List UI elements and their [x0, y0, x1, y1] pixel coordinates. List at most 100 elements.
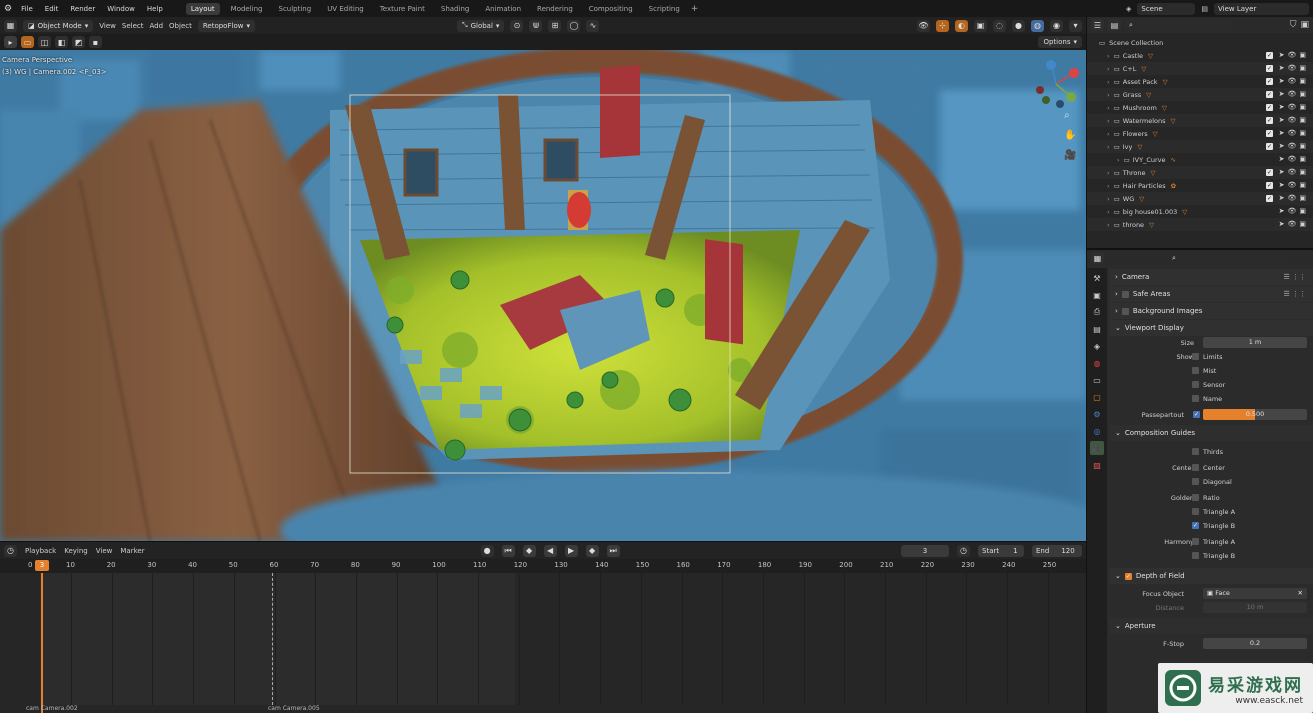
snap-icon[interactable]: ⋓: [529, 19, 543, 32]
outliner-item[interactable]: › ▭ Asset Pack ▽ ✓ ➤👁▣: [1087, 75, 1313, 88]
menu-add[interactable]: Add: [149, 22, 163, 30]
tab-layout[interactable]: Layout: [185, 2, 220, 15]
fstop-field[interactable]: 0.2: [1203, 638, 1307, 649]
name-checkbox[interactable]: [1192, 395, 1199, 402]
thirds-checkbox[interactable]: [1192, 448, 1199, 455]
expand-arrow-icon[interactable]: ›: [1107, 91, 1110, 99]
camera-data-tab-icon[interactable]: 🎥: [1090, 441, 1104, 455]
wireframe-shading-icon[interactable]: ◌: [993, 19, 1006, 32]
menu-file[interactable]: File: [18, 5, 36, 13]
section-composition-guides[interactable]: ⌄ Composition Guides: [1109, 425, 1313, 441]
jump-start-icon[interactable]: ⏮: [501, 544, 515, 557]
ratio-checkbox[interactable]: [1192, 494, 1199, 501]
passepartout-checkbox[interactable]: ✓: [1193, 411, 1200, 418]
mode-dropdown[interactable]: ◪ Object Mode ▾: [23, 19, 94, 32]
expand-arrow-icon[interactable]: ›: [1107, 208, 1110, 216]
outliner-item[interactable]: › ▭ Ivy ▽ ✓ ➤👁▣: [1087, 140, 1313, 153]
outliner-search-input[interactable]: ⌕: [1125, 19, 1235, 31]
menu-object[interactable]: Object: [169, 22, 192, 30]
timeline-editor-icon[interactable]: ◷: [4, 544, 17, 557]
section-depth-of-field[interactable]: ⌄ ✓ Depth of Field: [1109, 568, 1313, 584]
expand-arrow-icon[interactable]: ›: [1107, 195, 1110, 203]
size-field[interactable]: 1 m: [1203, 337, 1307, 348]
physics-tab-icon[interactable]: ◎: [1090, 424, 1104, 438]
scene-collection-row[interactable]: ▭ Scene Collection: [1087, 36, 1313, 49]
outliner-item[interactable]: › ▭ Grass ▽ ✓ ➤👁▣: [1087, 88, 1313, 101]
restrict-icons[interactable]: ➤👁▣: [1279, 142, 1309, 150]
select-subtract-icon[interactable]: ◧: [55, 36, 68, 48]
next-key-icon[interactable]: ◆: [585, 544, 599, 557]
gizmo-icon[interactable]: ⊹: [936, 19, 949, 32]
scene-field[interactable]: Scene: [1137, 2, 1196, 15]
menu-keying[interactable]: Keying: [64, 547, 88, 555]
modifier-tab-icon[interactable]: ⚙: [1090, 407, 1104, 421]
exclude-checkbox[interactable]: ✓: [1266, 117, 1273, 124]
pivot-icon[interactable]: ⊙: [510, 19, 524, 32]
proportional-icon[interactable]: ◯: [567, 19, 581, 32]
select-invert-icon[interactable]: ◩: [72, 36, 85, 48]
restrict-icons[interactable]: ➤👁▣: [1279, 103, 1309, 111]
output-tab-icon[interactable]: ⎙: [1090, 305, 1104, 319]
mist-checkbox[interactable]: [1192, 367, 1199, 374]
filter-icon[interactable]: ⛉: [1290, 20, 1297, 30]
restrict-icons[interactable]: ➤👁▣: [1279, 64, 1309, 72]
properties-editor-icon[interactable]: ▦: [1091, 252, 1104, 264]
visibility-icon[interactable]: 👁: [917, 19, 930, 32]
exclude-checkbox[interactable]: ✓: [1266, 130, 1273, 137]
outliner-item[interactable]: › ▭ Hair Particles ✿ ✓ ➤👁▣: [1087, 179, 1313, 192]
background-images-checkbox[interactable]: [1121, 307, 1129, 315]
exclude-checkbox[interactable]: ✓: [1266, 91, 1273, 98]
playhead-frame[interactable]: 3: [35, 560, 49, 571]
outliner-item[interactable]: › ▭ Castle ▽ ✓ ➤👁▣: [1087, 49, 1313, 62]
select-box-icon[interactable]: ▭: [21, 36, 34, 48]
properties-search-input[interactable]: ⌕: [1168, 252, 1288, 264]
expand-arrow-icon[interactable]: ›: [1107, 65, 1110, 73]
exclude-checkbox[interactable]: ✓: [1266, 104, 1273, 111]
object-tab-icon[interactable]: ▢: [1090, 390, 1104, 404]
menu-window[interactable]: Window: [104, 5, 138, 13]
add-workspace-icon[interactable]: +: [691, 4, 699, 14]
scene-browse-icon[interactable]: ▤: [1201, 5, 1208, 13]
select-intersect-icon[interactable]: ▪: [89, 36, 102, 48]
menu-select[interactable]: Select: [122, 22, 144, 30]
expand-arrow-icon[interactable]: ›: [1107, 169, 1110, 177]
tool-toggle-icon[interactable]: ▸: [4, 36, 17, 48]
pan-hand-icon[interactable]: ✋: [1064, 130, 1076, 141]
outliner-item[interactable]: › ▭ Throne ▽ ✓ ➤👁▣: [1087, 166, 1313, 179]
restrict-icons[interactable]: ➤👁▣: [1279, 90, 1309, 98]
harmony-triangle-b-checkbox[interactable]: [1192, 552, 1199, 559]
exclude-checkbox[interactable]: ✓: [1266, 182, 1273, 189]
preview-range-icon[interactable]: ◷: [957, 544, 970, 557]
restrict-icons[interactable]: ➤👁▣: [1279, 77, 1309, 85]
world-tab-icon[interactable]: ◍: [1090, 356, 1104, 370]
restrict-icons[interactable]: ➤👁▣: [1279, 194, 1309, 202]
solid-shading-icon[interactable]: ●: [1012, 19, 1025, 32]
exclude-checkbox[interactable]: ✓: [1266, 169, 1273, 176]
exclude-checkbox[interactable]: ✓: [1266, 143, 1273, 150]
tab-compositing[interactable]: Compositing: [584, 3, 638, 15]
depth-of-field-checkbox[interactable]: ✓: [1124, 572, 1132, 580]
prev-key-icon[interactable]: ◆: [522, 544, 536, 557]
expand-arrow-icon[interactable]: ›: [1107, 130, 1110, 138]
section-background-images[interactable]: › Background Images: [1109, 303, 1313, 319]
outliner-item[interactable]: › ▭ big house01.003 ▽ ➤👁▣: [1087, 205, 1313, 218]
diagonal-checkbox[interactable]: [1192, 478, 1199, 485]
3d-viewport[interactable]: Camera Perspective (3) WG | Camera.002 <…: [0, 50, 1086, 541]
menu-help[interactable]: Help: [144, 5, 166, 13]
current-frame-field[interactable]: 3: [901, 544, 949, 557]
camera-view-icon[interactable]: 🎥: [1064, 150, 1076, 161]
outliner-item[interactable]: › ▭ WG ▽ ✓ ➤👁▣: [1087, 192, 1313, 205]
scene-tab-icon[interactable]: ◈: [1090, 339, 1104, 353]
tab-texture-paint[interactable]: Texture Paint: [375, 3, 430, 15]
tab-shading[interactable]: Shading: [436, 3, 474, 15]
safe-areas-checkbox[interactable]: [1121, 290, 1129, 298]
expand-arrow-icon[interactable]: ›: [1107, 117, 1110, 125]
options-dropdown[interactable]: Options ▾: [1038, 36, 1082, 48]
play-reverse-icon[interactable]: ◀: [543, 544, 557, 557]
play-icon[interactable]: ▶: [564, 544, 578, 557]
outliner-item[interactable]: › ▭ throne ▽ ➤👁▣: [1087, 218, 1313, 231]
outliner-item[interactable]: › ▭ Mushroom ▽ ✓ ➤👁▣: [1087, 101, 1313, 114]
outliner-item[interactable]: › ▭ C+L ▽ ✓ ➤👁▣: [1087, 62, 1313, 75]
blender-logo-icon[interactable]: ⚙: [4, 4, 12, 14]
retopoflow-dropdown[interactable]: RetopoFlow ▾: [197, 19, 255, 32]
